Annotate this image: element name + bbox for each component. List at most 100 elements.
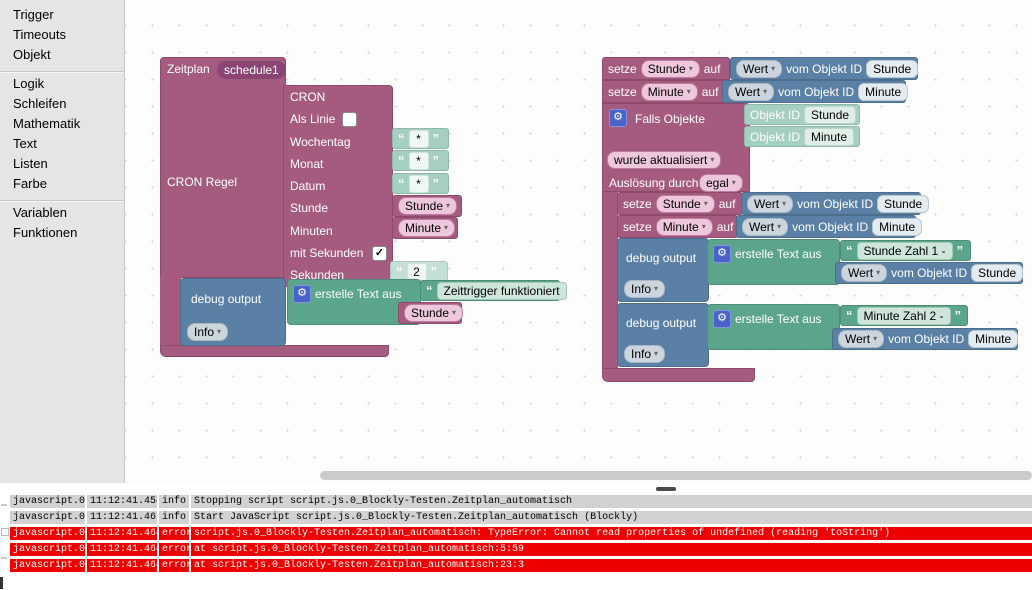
debug-block-2[interactable]: debug output Info ▾ (617, 238, 709, 302)
object-id-field[interactable]: Minute (968, 330, 1019, 348)
trigger-source-field[interactable]: egal ▾ (699, 174, 743, 192)
wert-dropdown-field[interactable]: Wert ▾ (838, 330, 885, 348)
stunde-variable-block-2[interactable]: Stunde ▾ (398, 302, 464, 324)
set-variable-field[interactable]: Minute ▾ (655, 217, 713, 236)
object-id-field[interactable]: Stunde (866, 59, 919, 78)
set-state-block-4[interactable]: setze Minute ▾ auf (617, 215, 738, 238)
vom-objekt-id-label: vom Objekt ID (888, 332, 965, 346)
gear-icon[interactable]: ⚙ (609, 109, 627, 127)
blockly-workspace[interactable]: Zeitplan schedule1 CRON Regel CRON Als L… (125, 0, 1032, 483)
panel-splitter[interactable] (0, 483, 1032, 495)
log-time: 11:12:41.464 (87, 559, 157, 572)
wochentag-text-shadow[interactable]: “ * ” (392, 128, 449, 149)
set-variable-field[interactable]: Stunde ▾ (655, 194, 715, 213)
object-id-field[interactable]: Minute (872, 217, 923, 236)
debug-level-field[interactable]: Info ▾ (624, 280, 666, 298)
debug-block-1[interactable]: debug output Info ▾ (180, 278, 286, 346)
toolbox-category-schleifen[interactable]: Schleifen (0, 94, 124, 114)
setze-label: setze (608, 61, 637, 76)
event-type-field[interactable]: wurde aktualisiert ▾ (607, 151, 722, 169)
get-value-block-2[interactable]: Wert ▾ vom Objekt ID Minute (722, 80, 909, 103)
text-join-block-3[interactable]: ⚙ erstelle Text aus (707, 304, 840, 350)
object-id-field[interactable]: Stunde (877, 194, 930, 213)
object-id-shadow-2[interactable]: Objekt ID Minute (744, 126, 860, 147)
object-id-field[interactable]: Minute (858, 82, 909, 101)
toolbox-category-variablen[interactable]: Variablen (0, 203, 124, 223)
toolbox-category-trigger[interactable]: Trigger (0, 5, 124, 25)
text-value-field[interactable]: Zeittrigger funktioniert (436, 281, 567, 300)
text-value-field[interactable]: Minute Zahl 2 - (856, 306, 951, 325)
toolbox-category-logik[interactable]: Logik (0, 74, 124, 94)
close-quote-icon: ” (570, 283, 578, 298)
debug-block-3[interactable]: debug output Info ▾ (617, 303, 709, 367)
monat-text-shadow[interactable]: “ * ” (392, 150, 449, 171)
log-level: info (159, 495, 189, 508)
text-value-field[interactable]: Stunde Zahl 1 - (856, 241, 953, 260)
set-variable-field[interactable]: Minute ▾ (640, 82, 698, 101)
set-state-block-1[interactable]: setze Stunde ▾ auf (602, 57, 730, 80)
object-id-value-field[interactable]: Stunde (804, 105, 857, 124)
gear-icon[interactable]: ⚙ (713, 310, 731, 328)
object-id-value-field[interactable]: Minute (804, 127, 855, 146)
als-linie-checkbox[interactable] (342, 112, 357, 127)
wert-dropdown-field[interactable]: Wert ▾ (841, 264, 888, 282)
datum-value-field[interactable]: * (408, 174, 429, 193)
set-state-block-2[interactable]: setze Minute ▾ auf (602, 80, 724, 103)
cron-monat-label: Monat (290, 157, 324, 171)
object-id-shadow-1[interactable]: Objekt ID Stunde (744, 104, 860, 125)
cron-rule-block[interactable]: CRON Als Linie Wochentag Monat Datum Stu… (283, 85, 393, 287)
schedule-name-field[interactable]: schedule1 (217, 61, 286, 79)
open-quote-icon: “ (398, 176, 405, 191)
wert-dropdown-field[interactable]: Wert ▾ (728, 82, 775, 101)
text-block-zeittrigger[interactable]: “ Zeittrigger funktioniert ” (420, 280, 577, 301)
text-block-stunde-zahl[interactable]: “ Stunde Zahl 1 - ” (840, 240, 971, 261)
on-update-trigger-block[interactable]: ⚙ Falls Objekte wurde aktualisiert ▾ Ausl… (602, 103, 750, 192)
gear-icon[interactable]: ⚙ (713, 245, 731, 263)
wert-dropdown-field[interactable]: Wert ▾ (742, 217, 789, 236)
debug-level-field[interactable]: Info ▾ (187, 323, 229, 341)
vom-objekt-id-label: vom Objekt ID (797, 196, 874, 211)
get-value-block-5[interactable]: Wert ▾ vom Objekt ID Stunde (835, 262, 1024, 284)
mit-sekunden-checkbox[interactable]: ✓ (372, 246, 387, 261)
monat-value-field[interactable]: * (408, 151, 429, 170)
stunde-variable-block[interactable]: Stunde ▾ (392, 195, 462, 217)
toolbox-category-text[interactable]: Text (0, 134, 124, 154)
log-source: javascript.0 (10, 527, 85, 540)
wochentag-value-field[interactable]: * (408, 129, 429, 148)
stunde-variable-field[interactable]: Stunde ▾ (404, 304, 464, 322)
datum-text-shadow[interactable]: “ * ” (392, 173, 449, 194)
workspace-horizontal-scrollbar[interactable] (320, 471, 1032, 480)
set-variable-field[interactable]: Stunde ▾ (640, 59, 700, 78)
toolbox-category-objekt[interactable]: Objekt (0, 45, 124, 65)
get-value-block-1[interactable]: Wert ▾ vom Objekt ID Stunde (730, 57, 919, 80)
schedule-block-bottom (160, 345, 389, 357)
sekunden-value-field[interactable]: 2 (406, 262, 427, 281)
schedule-block[interactable]: Zeitplan schedule1 CRON Regel (160, 57, 286, 278)
text-join-block-2[interactable]: ⚙ erstelle Text aus (707, 239, 840, 285)
gear-icon[interactable]: ⚙ (293, 285, 311, 303)
wert-dropdown-field[interactable]: Wert ▾ (736, 59, 783, 78)
get-value-block-4[interactable]: Wert ▾ vom Objekt ID Minute (736, 215, 923, 238)
stunde-variable-field[interactable]: Stunde ▾ (398, 197, 458, 215)
debug-level-field[interactable]: Info ▾ (624, 345, 666, 363)
wert-dropdown-field[interactable]: Wert ▾ (747, 194, 794, 213)
splitter-grip-icon[interactable] (656, 487, 676, 491)
get-value-block-3[interactable]: Wert ▾ vom Objekt ID Stunde (741, 192, 930, 215)
toolbox-category-funktionen[interactable]: Funktionen (0, 223, 124, 243)
toolbox-category-listen[interactable]: Listen (0, 154, 124, 174)
object-id-field[interactable]: Stunde (971, 264, 1024, 282)
get-value-block-6[interactable]: Wert ▾ vom Objekt ID Minute (832, 328, 1019, 350)
toolbox-category-mathematik[interactable]: Mathematik (0, 114, 124, 134)
minute-variable-field[interactable]: Minute ▾ (398, 219, 456, 237)
set-state-block-3[interactable]: setze Stunde ▾ auf (617, 192, 743, 215)
minute-variable-block[interactable]: Minute ▾ (392, 217, 458, 239)
toolbox-category-timeouts[interactable]: Timeouts (0, 25, 124, 45)
vom-objekt-id-label: vom Objekt ID (792, 219, 869, 234)
toolbox-category-farbe[interactable]: Farbe (0, 174, 124, 194)
close-quote-icon: ” (954, 308, 962, 323)
open-quote-icon: “ (846, 243, 853, 258)
text-block-minute-zahl[interactable]: “ Minute Zahl 2 - ” (840, 305, 968, 326)
log-time: 11:12:41.461 (87, 511, 157, 524)
chevron-down-icon: ▾ (654, 284, 659, 293)
cron-wochentag-label: Wochentag (290, 135, 351, 149)
